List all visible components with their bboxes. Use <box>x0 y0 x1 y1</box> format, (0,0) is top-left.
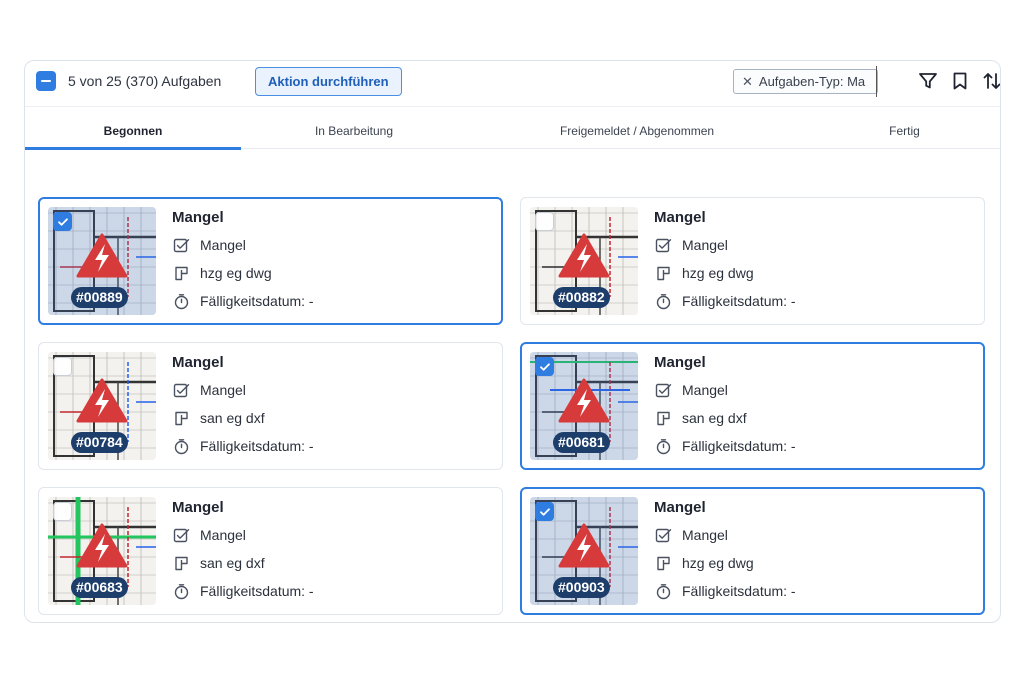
task-type-icon <box>654 526 672 544</box>
tab-freigemeldet-abgenommen[interactable]: Freigemeldet / Abgenommen <box>467 113 807 149</box>
text-caret <box>876 66 877 97</box>
task-id-badge: #00889 <box>71 287 128 308</box>
plan-thumbnail: #00882 <box>530 207 638 315</box>
due-date: Fälligkeitsdatum: - <box>200 438 314 454</box>
plan-name: san eg dxf <box>200 555 265 571</box>
task-card[interactable]: #00882 Mangel Mangel hzg eg dwg Fälligkeitsd… <box>520 197 985 325</box>
task-type: Mangel <box>200 527 246 543</box>
due-date: Fälligkeitsdatum: - <box>682 438 796 454</box>
close-icon[interactable]: ✕ <box>742 74 753 90</box>
sort-icon[interactable] <box>981 69 1000 93</box>
plan-icon <box>654 554 672 572</box>
status-tabs: Begonnen In Bearbeitung Freigemeldet / A… <box>25 113 1000 150</box>
tab-fertig[interactable]: Fertig <box>807 113 1000 149</box>
task-title: Mangel <box>172 354 224 371</box>
task-id-badge: #00784 <box>71 432 128 453</box>
task-id-badge: #00903 <box>553 577 610 598</box>
plan-icon <box>172 554 190 572</box>
plan-thumbnail: #00903 <box>530 497 638 605</box>
timer-icon <box>654 582 672 600</box>
plan-icon <box>654 409 672 427</box>
task-id-badge: #00683 <box>71 577 128 598</box>
task-id-badge: #00681 <box>553 432 610 453</box>
plan-name: hzg eg dwg <box>682 265 754 281</box>
plan-name: hzg eg dwg <box>682 555 754 571</box>
card-checkbox[interactable] <box>535 212 554 231</box>
timer-icon <box>172 292 190 310</box>
task-info: Mangel Mangel hzg eg dwg Fälligkeitsdatum: … <box>654 209 796 315</box>
due-date: Fälligkeitsdatum: - <box>200 583 314 599</box>
task-id-badge: #00882 <box>553 287 610 308</box>
plan-name: san eg dxf <box>200 410 265 426</box>
task-type: Mangel <box>682 382 728 398</box>
task-list-panel: 5 von 25 (370) Aufgaben Aktion durchführ… <box>24 60 1001 623</box>
warning-icon <box>558 523 610 574</box>
task-info: Mangel Mangel san eg dxf Fälligkeitsdatum: … <box>654 354 796 460</box>
tab-begonnen[interactable]: Begonnen <box>25 113 241 150</box>
task-type: Mangel <box>682 237 728 253</box>
card-checkbox[interactable] <box>535 357 554 376</box>
filter-icon[interactable] <box>917 69 939 93</box>
plan-name: hzg eg dwg <box>200 265 272 281</box>
card-checkbox[interactable] <box>535 502 554 521</box>
task-title: Mangel <box>654 209 706 226</box>
plan-icon <box>654 264 672 282</box>
task-card[interactable]: #00889 Mangel Mangel hzg eg dwg Fälligkeitsd… <box>38 197 503 325</box>
task-type: Mangel <box>200 382 246 398</box>
card-checkbox[interactable] <box>53 502 72 521</box>
timer-icon <box>172 437 190 455</box>
task-type-icon <box>654 236 672 254</box>
timer-icon <box>654 437 672 455</box>
task-type-icon <box>654 381 672 399</box>
timer-icon <box>172 582 190 600</box>
plan-thumbnail: #00681 <box>530 352 638 460</box>
task-info: Mangel Mangel san eg dxf Fälligkeitsdatum: … <box>172 354 314 460</box>
task-info: Mangel Mangel hzg eg dwg Fälligkeitsdatum: … <box>654 499 796 605</box>
task-count: 5 von 25 (370) Aufgaben <box>68 73 222 89</box>
warning-icon <box>76 378 128 429</box>
task-title: Mangel <box>172 209 224 226</box>
task-title: Mangel <box>172 499 224 516</box>
filter-chip-label: Aufgaben-Typ: Ma <box>758 74 866 89</box>
bookmark-icon[interactable] <box>949 69 971 93</box>
perform-action-button[interactable]: Aktion durchführen <box>255 67 402 96</box>
task-type-icon <box>172 381 190 399</box>
toolbar: 5 von 25 (370) Aufgaben Aktion durchführ… <box>25 61 1000 107</box>
toolbar-icons <box>917 69 1000 93</box>
due-date: Fälligkeitsdatum: - <box>200 293 314 309</box>
task-info: Mangel Mangel san eg dxf Fälligkeitsdatum: … <box>172 499 314 605</box>
plan-thumbnail: #00784 <box>48 352 156 460</box>
plan-name: san eg dxf <box>682 410 747 426</box>
task-type-icon <box>172 236 190 254</box>
filter-chip-task-type[interactable]: ✕ Aufgaben-Typ: Ma <box>733 69 878 94</box>
task-info: Mangel Mangel hzg eg dwg Fälligkeitsdatum: … <box>172 209 314 315</box>
warning-icon <box>558 378 610 429</box>
task-card[interactable]: #00681 Mangel Mangel san eg dxf Fälligkeitsd… <box>520 342 985 470</box>
tab-in-bearbeitung[interactable]: In Bearbeitung <box>241 113 467 149</box>
plan-thumbnail: #00683 <box>48 497 156 605</box>
checkmark-icon <box>57 216 69 228</box>
task-card[interactable]: #00784 Mangel Mangel san eg dxf Fälligkeitsd… <box>38 342 503 470</box>
task-title: Mangel <box>654 354 706 371</box>
checkmark-icon <box>539 361 551 373</box>
task-card[interactable]: #00683 Mangel Mangel san eg dxf Fälligkeitsd… <box>38 487 503 615</box>
warning-icon <box>558 233 610 284</box>
card-checkbox[interactable] <box>53 212 72 231</box>
plan-icon <box>172 409 190 427</box>
task-type: Mangel <box>682 527 728 543</box>
timer-icon <box>654 292 672 310</box>
plan-icon <box>172 264 190 282</box>
warning-icon <box>76 523 128 574</box>
task-title: Mangel <box>654 499 706 516</box>
due-date: Fälligkeitsdatum: - <box>682 583 796 599</box>
due-date: Fälligkeitsdatum: - <box>682 293 796 309</box>
task-type: Mangel <box>200 237 246 253</box>
plan-thumbnail: #00889 <box>48 207 156 315</box>
checkmark-icon <box>539 506 551 518</box>
task-card[interactable]: #00903 Mangel Mangel hzg eg dwg Fälligkeitsd… <box>520 487 985 615</box>
task-type-icon <box>172 526 190 544</box>
select-all-checkbox[interactable] <box>36 71 56 91</box>
warning-icon <box>76 233 128 284</box>
card-checkbox[interactable] <box>53 357 72 376</box>
